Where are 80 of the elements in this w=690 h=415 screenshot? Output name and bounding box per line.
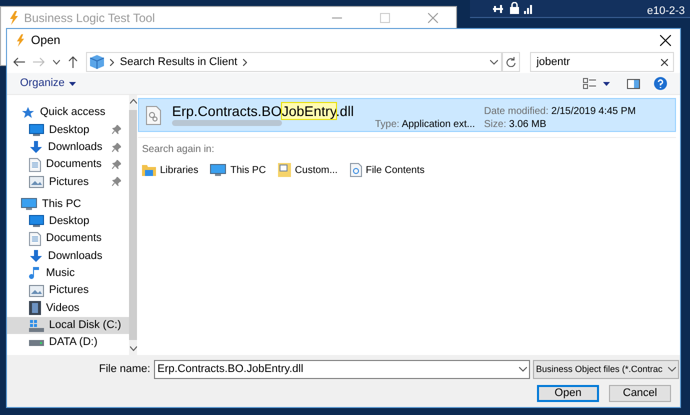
chevron-right-icon [110, 58, 114, 66]
dialog-button[interactable]: Cancel [609, 385, 671, 402]
chevron-down-icon[interactable] [52, 60, 60, 64]
chevron-down-icon [668, 367, 676, 372]
dialog-button[interactable]: Open [537, 385, 599, 402]
nav-item[interactable]: Pictures [7, 282, 130, 300]
search-location-link[interactable]: Libraries [142, 162, 198, 178]
date-modified: Date modified: 2/15/2019 4:45 PM [484, 105, 636, 119]
music-note-icon [29, 266, 41, 281]
chevron-down-icon[interactable] [519, 367, 528, 372]
file-name-label: File name: [99, 362, 150, 378]
nav-item[interactable]: Downloads [7, 138, 130, 156]
document-icon [29, 232, 41, 246]
refresh-button[interactable] [502, 52, 520, 72]
close-icon[interactable] [660, 34, 671, 46]
caret-icon [68, 82, 76, 86]
breadcrumb[interactable]: Search Results in Client [120, 54, 238, 70]
nav-item[interactable]: Documents [7, 230, 130, 248]
chevron-down-icon[interactable] [490, 60, 498, 64]
nav-item[interactable]: Quick access [7, 104, 130, 122]
cube-icon [90, 55, 104, 69]
view-list-icon[interactable] [583, 78, 596, 90]
pictures-icon [29, 284, 44, 297]
nav-item[interactable]: Music [7, 264, 130, 282]
help-icon[interactable] [654, 77, 667, 90]
search-location-link[interactable]: This PC [210, 162, 266, 178]
nav-item[interactable]: Desktop [7, 121, 130, 139]
folder-note-icon [278, 163, 291, 177]
clear-icon[interactable] [661, 58, 668, 66]
chevron-right-icon [243, 58, 248, 66]
lock-icon[interactable] [510, 2, 519, 14]
connection-name: e10-2-3 [647, 4, 685, 19]
organize-button[interactable]: Organize [20, 75, 76, 92]
nav-item[interactable]: Downloads [7, 247, 130, 265]
refresh-icon [506, 57, 516, 67]
file-type: Type: Application ext... [375, 118, 476, 132]
preview-pane-icon[interactable] [627, 78, 640, 88]
desktop-icon [29, 215, 44, 228]
chevron-up-icon[interactable] [130, 99, 137, 104]
folder-icon [142, 164, 156, 176]
lightning-icon [9, 11, 19, 25]
disk-drive-icon [29, 318, 44, 332]
file-result-row[interactable]: Erp.Contracts.BOJobEntry.dll Type: Application ext... Date modified: 2/15/2019 4:45 PM Size: 3.06 MB [138, 98, 676, 132]
computer-icon [210, 164, 226, 176]
film-icon [29, 300, 41, 315]
document-search-icon [350, 163, 362, 177]
nav-item[interactable]: This PC [7, 195, 130, 213]
computer-icon [21, 198, 37, 211]
file-name-field[interactable]: Erp.Contracts.BO.JobEntry.dll [154, 360, 530, 379]
dialog-title: Open [31, 32, 60, 49]
nav-item[interactable]: DATA (D:) [7, 334, 130, 352]
lightning-icon [16, 34, 25, 46]
chevron-down-icon[interactable] [130, 346, 137, 351]
search-location-link[interactable]: File Contents [350, 162, 425, 178]
document-icon [29, 158, 41, 172]
nav-item[interactable]: Videos [7, 299, 130, 317]
nav-item[interactable]: Documents [7, 156, 130, 174]
window-title: Business Logic Test Tool [24, 10, 155, 27]
nav-item[interactable]: Pictures [7, 173, 130, 190]
caret-icon[interactable] [603, 82, 610, 86]
file-name: Erp.Contracts.BOJobEntry.dll [172, 103, 354, 119]
search-again-label: Search again in: [142, 144, 214, 155]
file-type-dropdown[interactable]: Business Object files (*.Contrac [533, 360, 679, 379]
up-arrow-icon[interactable] [68, 56, 78, 68]
file-gears-icon [146, 106, 161, 124]
nav-item[interactable]: Desktop [7, 212, 130, 230]
nav-item[interactable]: Local Disk (C:) [7, 316, 130, 334]
star-icon [21, 106, 35, 120]
signal-icon [524, 3, 534, 14]
down-arrow-icon [29, 249, 43, 264]
back-arrow-icon[interactable] [13, 57, 25, 67]
pictures-icon [29, 176, 44, 188]
down-arrow-icon [29, 140, 43, 154]
desktop-icon [29, 124, 44, 136]
file-size: Size: 3.06 MB [484, 118, 546, 132]
disk-drive-icon [29, 340, 44, 346]
address-bar[interactable]: Search Results in Client [86, 52, 502, 72]
search-field[interactable]: jobentr [530, 52, 674, 72]
pin-icon[interactable] [492, 3, 504, 15]
search-location-link[interactable]: Custom... [278, 162, 338, 178]
